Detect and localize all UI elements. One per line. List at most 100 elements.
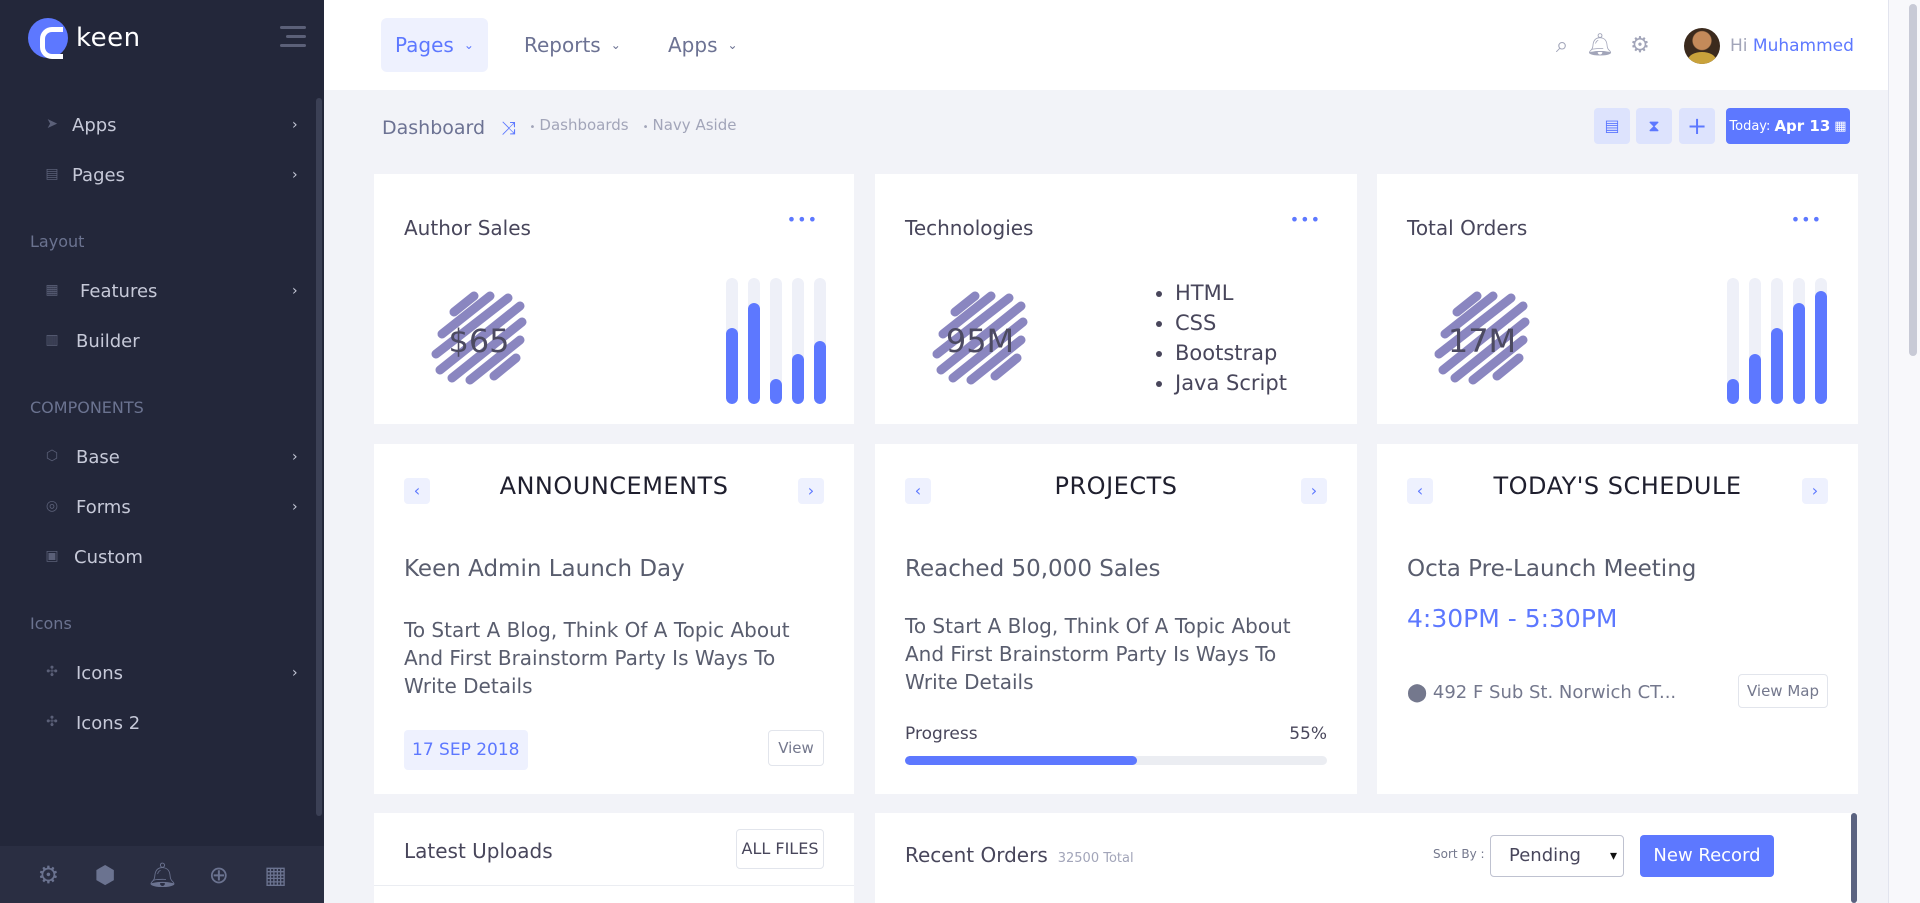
chevron-right-icon: › (292, 665, 298, 681)
more-options-icon[interactable]: ••• (1791, 210, 1822, 229)
sidebar-item-features[interactable]: ▦ Features › (0, 271, 312, 311)
card-title: Total Orders (1407, 216, 1528, 240)
sidebar-item-label: Features (80, 280, 158, 302)
sidebar-toggle-icon[interactable] (280, 26, 306, 52)
puzzle-icon: ✣ (46, 664, 58, 680)
brand[interactable]: keen (28, 18, 141, 59)
sidebar-item-pages[interactable]: ▤ Pages › (0, 155, 312, 195)
sidebar-item-label: Icons (76, 662, 124, 684)
all-files-button[interactable]: ALL FILES (736, 829, 824, 869)
gears-icon[interactable]: ⚙ (33, 860, 63, 890)
today-date-button[interactable]: Today: Apr 13 ▦ (1726, 108, 1850, 144)
card-title: Latest Uploads (404, 839, 553, 863)
technology-list: HTML CSS Bootstrap Java Script (1155, 278, 1287, 398)
slide-heading: Octa Pre-Launch Meeting (1407, 556, 1697, 582)
topnav-reports[interactable]: Reports ⌄ (510, 18, 635, 72)
sidebar-item-label: Base (76, 446, 120, 468)
plus-circle-icon[interactable]: ⊕ (204, 860, 234, 890)
today-date: Apr 13 (1774, 117, 1831, 135)
topnav-label: Apps (668, 33, 718, 57)
more-options-icon[interactable]: ••• (787, 210, 818, 229)
prev-arrow-icon[interactable]: ‹ (404, 478, 430, 504)
sidebar-item-icons-2[interactable]: ✣ Icons 2 (0, 703, 312, 743)
breadcrumb: Dashboard ⤨ Dashboards Navy Aside (382, 108, 736, 148)
card-title: Recent Orders 32500 Total (905, 843, 1134, 867)
mini-bar-fill (814, 341, 826, 404)
topnav-apps[interactable]: Apps ⌄ (654, 18, 752, 72)
next-arrow-icon[interactable]: › (1802, 478, 1828, 504)
mini-bar (748, 278, 760, 404)
author-sales-card: Author Sales ••• $65 (374, 174, 854, 424)
widget-value: 17M (1447, 322, 1517, 360)
hourglass-button[interactable]: ⧗ (1636, 108, 1672, 144)
sidebar-item-base[interactable]: ⬡ Base › (0, 437, 312, 477)
chevron-right-icon: › (292, 283, 298, 299)
sort-select[interactable]: Pending (1490, 835, 1624, 877)
avatar[interactable] (1684, 28, 1720, 64)
date-badge: 17 SEP 2018 (404, 730, 528, 770)
scrollbar-thumb[interactable] (1909, 4, 1917, 356)
mini-bar (770, 278, 782, 404)
breadcrumb-navy-aside[interactable]: Navy Aside (643, 116, 737, 134)
gears-icon[interactable]: ⚙ (1626, 32, 1654, 60)
user-greeting[interactable]: Hi Muhammed (1730, 36, 1854, 56)
search-icon[interactable]: ⌕ (1548, 32, 1576, 60)
mini-bar (1771, 278, 1783, 404)
mini-bar (1793, 278, 1805, 404)
card-title: ANNOUNCEMENTS (499, 472, 729, 500)
sidebar-item-forms[interactable]: ◎ Forms › (0, 487, 312, 527)
next-arrow-icon[interactable]: › (1301, 478, 1327, 504)
mini-bar (814, 278, 826, 404)
sidebar-scrollbar[interactable] (316, 98, 322, 816)
calendar-icon: ▦ (1834, 118, 1847, 134)
shuffle-icon[interactable]: ⤨ (501, 118, 515, 139)
sidebar-item-custom[interactable]: ▣ Custom (0, 537, 312, 577)
chevron-down-icon: ⌄ (463, 38, 474, 52)
mini-bar-chart (726, 278, 826, 404)
sidebar-item-apps[interactable]: ➤ Apps › (0, 105, 312, 145)
mini-bar (1815, 278, 1827, 404)
top-header: Pages ⌄ Reports ⌄ Apps ⌄ ⌕ 🔔︎ ⚙ (324, 0, 1888, 90)
card-title: TODAY'S SCHEDULE (1493, 472, 1742, 500)
mini-bar-fill (1771, 328, 1783, 404)
calendar-plus-icon[interactable]: ▦ (261, 860, 291, 890)
map-pin-icon: ⬤ (1407, 682, 1433, 703)
chevron-down-icon: ⌄ (727, 38, 738, 52)
box-icon[interactable]: ⬢ (90, 860, 120, 890)
orders-total: 32500 Total (1057, 851, 1134, 866)
mini-bar-fill (748, 303, 760, 404)
sidebar-item-builder[interactable]: ▥ Builder (0, 321, 312, 361)
cube-icon: ⬡ (45, 448, 59, 464)
latest-uploads-card: Latest Uploads ALL FILES (374, 813, 854, 903)
widget-value: 95M (945, 322, 1015, 360)
card-scrollbar[interactable] (1851, 813, 1857, 903)
mini-bar (1749, 278, 1761, 404)
bell-icon[interactable]: 🔔︎ (147, 860, 177, 890)
view-map-button[interactable]: View Map (1738, 674, 1828, 708)
add-button[interactable]: + (1679, 108, 1715, 144)
mini-bar-fill (726, 328, 738, 404)
next-arrow-icon[interactable]: › (798, 478, 824, 504)
announcements-card: ‹ ANNOUNCEMENTS › Keen Admin Launch Day … (374, 444, 854, 794)
prev-arrow-icon[interactable]: ‹ (1407, 478, 1433, 504)
page-scrollbar[interactable] (1888, 0, 1920, 903)
topnav-pages[interactable]: Pages ⌄ (381, 18, 488, 72)
view-button[interactable]: View (768, 730, 824, 766)
document-button[interactable]: ▤ (1594, 108, 1630, 144)
section-layout: Layout (30, 232, 85, 251)
projects-card: ‹ PROJECTS › Reached 50,000 Sales To Sta… (875, 444, 1357, 794)
bell-icon[interactable]: 🔔︎ (1586, 32, 1614, 60)
breadcrumb-dashboards[interactable]: Dashboards (530, 116, 628, 134)
keen-logo-icon (28, 18, 68, 59)
sidebar-item-icons[interactable]: ✣ Icons › (0, 653, 312, 693)
list-item: Java Script (1175, 368, 1287, 398)
more-options-icon[interactable]: ••• (1290, 210, 1321, 229)
chevron-right-icon: › (292, 449, 298, 465)
mini-bar-fill (792, 354, 804, 404)
mini-bar-fill (770, 379, 782, 404)
new-record-button[interactable]: New Record (1640, 835, 1774, 877)
puzzle-icon: ✣ (46, 714, 58, 730)
prev-arrow-icon[interactable]: ‹ (905, 478, 931, 504)
title-text: Recent Orders (905, 843, 1048, 867)
progress-bar (905, 756, 1327, 765)
